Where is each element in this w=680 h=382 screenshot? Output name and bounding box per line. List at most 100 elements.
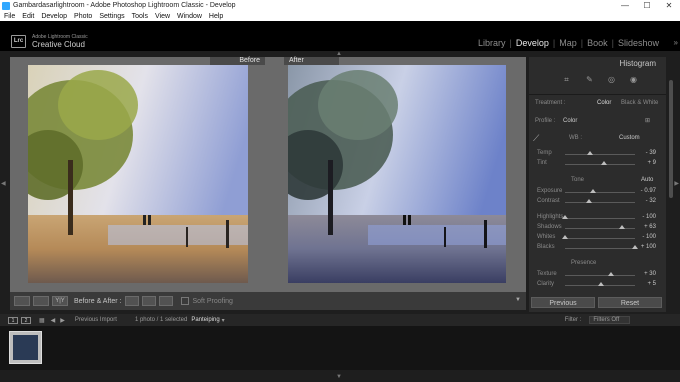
app-icon (2, 1, 10, 10)
close-button[interactable]: ✕ (658, 0, 680, 11)
forward-arrow-icon[interactable]: ▶ (60, 317, 65, 324)
compare-view: Before After (10, 57, 526, 292)
slider-value[interactable]: + 63 (632, 224, 656, 230)
right-panel-toggle-icon[interactable]: ▶ (674, 180, 679, 187)
slider-knob-exposure[interactable] (590, 189, 596, 193)
slider-value[interactable]: - 39 (632, 150, 656, 156)
tone-auto-button[interactable]: Auto (641, 177, 653, 183)
treatment-color-option[interactable]: Color (597, 100, 611, 106)
tone-label: Tone (571, 177, 585, 183)
menu-settings[interactable]: Settings (99, 13, 124, 20)
module-picker: Library | Develop | Map | Book | Slidesh… (475, 38, 662, 48)
slider-track-highlights[interactable] (565, 218, 635, 219)
profile-browser-icon[interactable]: ⊞ (645, 117, 650, 124)
after-photo[interactable] (288, 65, 506, 283)
lrc-logo: Lrc (11, 35, 26, 48)
more-modules-icon[interactable]: » (674, 38, 678, 47)
slider-knob-tint[interactable] (600, 161, 607, 165)
window-title: Gambardasarlightroom - Adobe Photoshop L… (13, 2, 236, 9)
menu-edit[interactable]: Edit (22, 13, 34, 20)
slider-knob-clarity[interactable] (598, 282, 605, 286)
slider-value[interactable]: + 100 (632, 244, 656, 250)
slider-knob-texture[interactable] (607, 272, 614, 276)
slider-value[interactable]: - 100 (632, 234, 656, 240)
selection-count: 1 photo / 1 selected (134, 317, 188, 323)
redeye-tool-icon[interactable]: ◎ (607, 75, 616, 84)
soft-proofing-checkbox[interactable] (181, 297, 190, 305)
treatment-label: Treatment : (535, 100, 566, 106)
monitor-1-button[interactable]: 1 (8, 316, 18, 324)
wb-value[interactable]: Custom (619, 135, 640, 141)
toolbar-menu-icon[interactable]: ▼ (515, 297, 521, 303)
menu-photo[interactable]: Photo (74, 13, 92, 20)
slider-track-whites[interactable] (565, 238, 635, 239)
profile-value[interactable]: Color (563, 118, 577, 124)
menu-help[interactable]: Help (209, 13, 223, 20)
copy-after-to-before-button[interactable] (142, 296, 157, 306)
before-photo[interactable] (28, 65, 248, 283)
maximize-button[interactable]: ☐ (636, 0, 658, 11)
filter-dropdown[interactable]: Filters Off (589, 316, 631, 324)
before-label: Before (210, 57, 265, 65)
slider-value[interactable]: - 100 (632, 214, 656, 220)
module-develop[interactable]: Develop (516, 38, 549, 48)
slider-knob-contrast[interactable] (585, 199, 592, 203)
slider-knob-whites[interactable] (562, 235, 568, 239)
slider-name: Whites (537, 234, 556, 240)
reset-button[interactable]: Reset (598, 297, 662, 308)
back-arrow-icon[interactable]: ◀ (51, 317, 56, 324)
module-map[interactable]: Map (559, 38, 577, 48)
grid-view-icon[interactable]: ▦ (39, 317, 45, 324)
menu-window[interactable]: Window (177, 13, 202, 20)
heal-tool-icon[interactable]: ✎ (585, 75, 594, 84)
right-panel: Histogram ⌗ ✎ ◎ ◉ Treatment : Color Blac… (529, 57, 666, 312)
left-panel-toggle-icon[interactable]: ◀ (1, 180, 6, 187)
presence-label: Presence (571, 260, 597, 266)
minimize-button[interactable]: — (614, 0, 636, 11)
filmstrip-thumbnail[interactable] (9, 331, 42, 364)
soft-proofing-label: Soft Proofing (192, 297, 233, 305)
slider-knob-temp[interactable] (587, 151, 594, 155)
module-slideshow[interactable]: Slideshow (618, 38, 659, 48)
slider-value[interactable]: + 30 (632, 271, 656, 277)
right-panel-scrollbar[interactable] (669, 80, 673, 198)
menu-view[interactable]: View (155, 13, 170, 20)
copy-before-to-after-button[interactable] (125, 296, 140, 306)
slider-knob-highlights[interactable] (562, 215, 568, 219)
previous-import-link[interactable]: Previous Import (75, 317, 117, 323)
before-after-view-button[interactable] (33, 296, 49, 306)
slider-value[interactable]: - 0.97 (632, 188, 656, 194)
treatment-bw-option[interactable]: Black & White (621, 100, 658, 106)
previous-button[interactable]: Previous (531, 297, 595, 308)
selected-filename[interactable]: Panteiping (191, 317, 219, 323)
menu-file[interactable]: File (4, 13, 15, 20)
monitor-2-button[interactable]: 2 (21, 316, 31, 324)
slider-track-exposure[interactable] (565, 192, 635, 193)
slider-track-contrast[interactable] (565, 202, 635, 203)
before-after-mode-button[interactable]: Y|Y (52, 296, 68, 306)
divider (529, 94, 666, 95)
slider-value[interactable]: + 9 (632, 160, 656, 166)
filmstrip-toggle-icon[interactable]: ▼ (336, 374, 342, 380)
slider-name: Tint (537, 160, 547, 166)
swap-before-after-button[interactable] (159, 296, 174, 306)
slider-value[interactable]: - 32 (632, 198, 656, 204)
menu-develop[interactable]: Develop (41, 13, 67, 20)
module-library[interactable]: Library (478, 38, 506, 48)
filmstrip-bar: 1 2 ▦ ◀ ▶ Previous Import 1 photo / 1 se… (0, 314, 680, 326)
masking-tool-icon[interactable]: ◉ (629, 75, 638, 84)
slider-knob-shadows[interactable] (619, 225, 626, 229)
develop-toolbar: Y|Y Before & After : Soft Proofing ▼ (10, 292, 526, 310)
slider-value[interactable]: + 5 (632, 281, 656, 287)
slider-track-temp[interactable] (565, 154, 635, 155)
slider-track-blacks[interactable] (565, 248, 635, 249)
eyedropper-icon[interactable]: ⟋ (533, 133, 539, 144)
loupe-view-button[interactable] (14, 296, 30, 306)
menu-tools[interactable]: Tools (132, 13, 148, 20)
module-book[interactable]: Book (587, 38, 608, 48)
filename-dropdown-icon[interactable]: ▾ (222, 317, 225, 324)
slider-track-texture[interactable] (565, 275, 635, 276)
crop-tool-icon[interactable]: ⌗ (562, 75, 571, 84)
profile-label: Profile : (535, 118, 556, 124)
histogram-header[interactable]: Histogram (529, 57, 666, 68)
